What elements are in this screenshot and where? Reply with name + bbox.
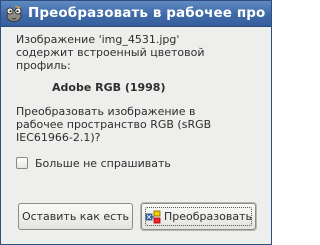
keep-button[interactable]: Оставить как есть [18,203,133,230]
dont-ask-label[interactable]: Больше не спрашивать [35,157,171,170]
gimp-icon[interactable] [5,5,23,23]
message-line: Изображение 'img_4531.jpg' [16,33,180,46]
convert-profile-dialog: Преобразовать в рабочее про Изображение … [0,0,272,245]
window-title: Преобразовать в рабочее про [28,5,266,21]
question-line: IEC61966-2.1)? [16,131,101,144]
message-line: содержит встроенный цветовой [16,46,205,59]
dont-ask-checkbox[interactable] [16,157,28,169]
convert-button[interactable]: Преобразовать [141,203,256,230]
dont-ask-checkbox-row[interactable]: Больше не спрашивать [16,155,171,171]
message-line: профиль: [16,59,71,72]
profile-message: Изображение 'img_4531.jpg' содержит встр… [16,33,261,72]
title-bar[interactable]: Преобразовать в рабочее про [1,1,271,27]
convert-icon [145,210,161,223]
keep-button-label: Оставить как есть [21,210,130,223]
convert-question: Преобразовать изображение в рабочее прос… [16,105,261,144]
convert-button-label: Преобразовать [164,210,252,223]
embedded-profile-name: Adobe RGB (1998) [52,81,166,94]
question-line: рабочее пространство RGB (sRGB [16,118,212,131]
question-line: Преобразовать изображение в [16,105,196,118]
dialog-body: Изображение 'img_4531.jpg' содержит встр… [1,27,271,244]
